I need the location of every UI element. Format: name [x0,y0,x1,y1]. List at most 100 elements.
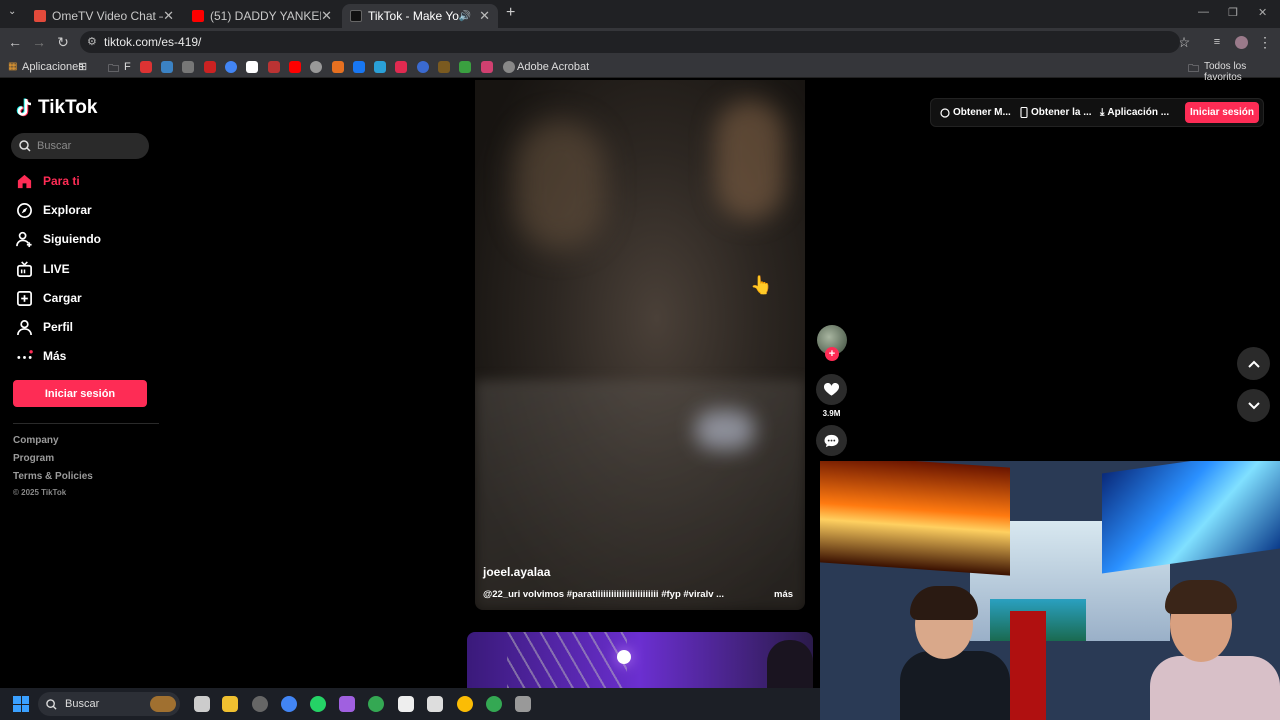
bookmark-icon[interactable] [161,61,173,73]
app-icon[interactable] [252,696,268,712]
video-author[interactable]: joeel.ayalaa [483,565,550,579]
sidebar-item-siguiendo[interactable]: Siguiendo [16,229,101,249]
profile-avatar-icon[interactable] [1232,33,1250,51]
chevron-down-icon [1247,401,1260,409]
ometv-favicon-icon [34,10,46,22]
sidebar-item-para-ti[interactable]: Para ti [16,171,80,191]
adobe-icon [503,61,515,73]
sidebar-item-label: Siguiendo [43,232,101,246]
footer-program-link[interactable]: Program [13,453,54,464]
footer-company-link[interactable]: Company [13,435,59,446]
google-icon[interactable] [225,61,237,73]
bookmark-adobe-acrobat[interactable]: Adobe Acrobat [517,61,589,73]
tab-tiktok[interactable]: TikTok - Make Your Day 🔊 ✕ [342,4,498,28]
taskbar-search[interactable]: Buscar [38,692,180,716]
previous-video-button[interactable] [1237,347,1270,380]
bookmark-icon[interactable] [268,61,280,73]
tab-title: (51) DADDY YANKEE #2 - TURB [210,9,321,23]
tab-youtube[interactable]: (51) DADDY YANKEE #2 - TURB ✕ [184,4,340,28]
footer-copyright: © 2025 TikTok [13,488,67,497]
tab-ometv[interactable]: OmeTV Video Chat — Omegle ✕ [26,4,182,28]
download-app-button[interactable]: ⤓ Aplicación ... [1100,101,1169,124]
restore-icon[interactable]: ❐ [1228,6,1238,19]
task-view-icon[interactable] [194,696,210,712]
like-count: 3.9M [822,409,841,418]
comment-button[interactable] [816,425,847,456]
chrome-icon[interactable] [486,696,502,712]
apps-grid-icon: ▦ [8,61,18,72]
sidebar-item-explorar[interactable]: Explorar [16,200,92,220]
close-tab-icon[interactable]: ✕ [163,8,174,24]
sidebar-item-perfil[interactable]: Perfil [16,317,73,337]
get-app-button[interactable]: Obtener la ... [1020,101,1092,124]
reload-icon[interactable]: ↻ [54,33,72,51]
address-bar[interactable]: ⚙ tiktok.com/es-419/ [80,31,1180,53]
follow-plus-icon[interactable]: + [825,347,839,361]
close-tab-icon[interactable]: ✕ [321,8,332,24]
new-tab-button[interactable]: + [506,4,515,22]
next-video-preview[interactable] [467,632,813,688]
video-frame-blur [715,100,785,220]
app-icon[interactable] [339,696,355,712]
bookmark-icon[interactable] [182,61,194,73]
menu-kebab-icon[interactable]: ⋮ [1256,33,1274,51]
like-button[interactable] [816,374,847,405]
chrome-icon[interactable] [457,696,473,712]
bookmark-icon[interactable] [374,61,386,73]
media-control-icon[interactable]: ≡ [1208,33,1226,51]
tiktok-logo[interactable]: TikTok [16,97,97,119]
audio-playing-icon[interactable]: 🔊 [459,11,471,22]
forward-icon[interactable]: → [30,33,48,51]
bookmark-icon[interactable] [246,61,258,73]
close-tab-icon[interactable]: ✕ [479,8,490,24]
search-input[interactable] [37,140,137,152]
windows-start-icon[interactable] [13,696,29,712]
bookmark-icon[interactable] [395,61,407,73]
bookmark-icon[interactable] [204,61,216,73]
tab-search-chevron-icon[interactable]: ⌄ [8,6,16,17]
bookmark-icon[interactable] [310,61,322,73]
chrome-icon[interactable] [281,696,297,712]
bookmark-icon[interactable] [459,61,471,73]
youtube-icon[interactable] [289,61,301,73]
browser-tab-bar: ⌄ OmeTV Video Chat — Omegle ✕ (51) DADDY… [0,0,1280,28]
sidebar-item-mas[interactable]: Más [16,346,66,366]
bookmark-icon[interactable] [438,61,450,73]
video-player[interactable]: joeel.ayalaa @22_uri volvimos #paratiiii… [475,80,805,610]
tab-title: TikTok - Make Your Day [368,9,459,23]
cam-gaming-chair [1010,611,1046,720]
capcut-icon[interactable] [398,696,414,712]
bookmark-apps[interactable]: Aplicaciones [22,61,84,73]
sidebar-item-live[interactable]: LIVE [16,259,70,279]
footer-terms-link[interactable]: Terms & Policies [13,471,93,482]
sidebar-login-button[interactable]: Iniciar sesión [13,380,147,407]
whatsapp-icon[interactable] [310,696,326,712]
site-info-icon[interactable]: ⚙ [87,35,97,48]
search-highlight-icon [150,696,176,712]
chrome-icon[interactable] [368,696,384,712]
search-box[interactable] [11,133,149,159]
stage-truss [507,632,627,688]
caption-more-button[interactable]: más [774,589,793,600]
sidebar-item-cargar[interactable]: Cargar [16,288,82,308]
cam-tv-fireplace [820,461,1010,576]
bookmark-icon[interactable] [481,61,493,73]
sidebar-item-label: Perfil [43,320,74,334]
app-icon[interactable] [427,696,443,712]
bookmark-icon[interactable] [332,61,344,73]
app-icon[interactable] [515,696,531,712]
youtube-favicon-icon [192,10,204,22]
back-icon[interactable]: ← [6,33,24,51]
close-window-icon[interactable]: ✕ [1258,6,1267,19]
tiktok-logo-icon [16,98,32,117]
wordpress-icon[interactable] [417,61,429,73]
facebook-icon[interactable] [353,61,365,73]
next-video-button[interactable] [1237,389,1270,422]
bookmark-folder[interactable]: F [124,61,131,73]
top-login-button[interactable]: Iniciar sesión [1185,102,1259,123]
get-coins-button[interactable]: Obtener M... [940,101,1011,124]
file-explorer-icon[interactable] [222,696,238,712]
minimize-icon[interactable]: — [1198,6,1209,18]
bookmark-icon[interactable] [140,61,152,73]
grid-icon[interactable]: ⊞ [78,60,87,73]
